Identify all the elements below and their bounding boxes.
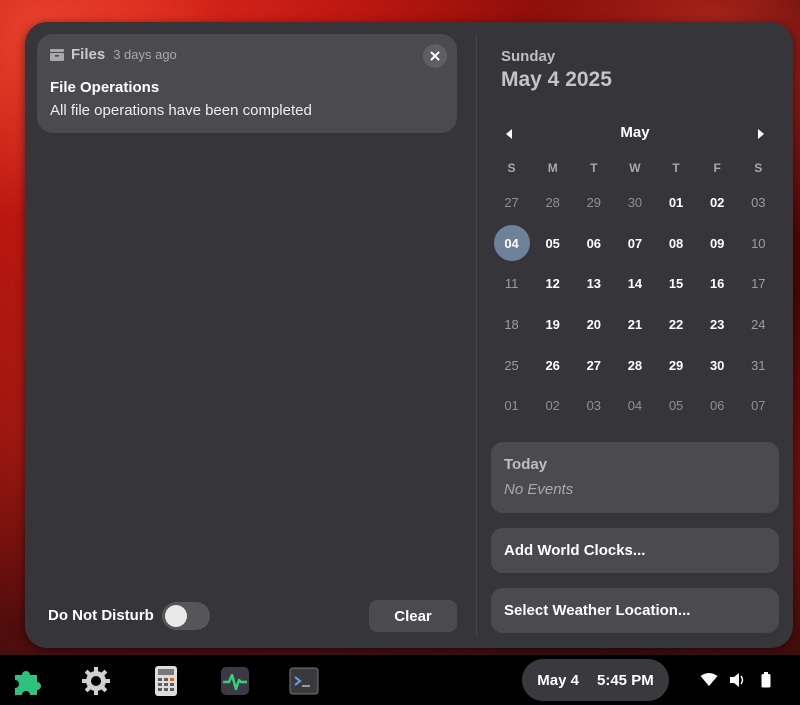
calendar-week: 04 05 06 07 08 09 10: [491, 223, 779, 264]
terminal-app[interactable]: [288, 665, 320, 697]
calendar-day[interactable]: 30: [697, 347, 738, 383]
select-weather-location-button[interactable]: Select Weather Location...: [491, 588, 779, 633]
weekday-header: S M T W T F S: [491, 154, 779, 182]
calendar-week: 27 28 29 30 01 02 03: [491, 182, 779, 223]
calendar-day[interactable]: 01: [491, 388, 532, 424]
calendar-day[interactable]: 12: [532, 266, 573, 302]
taskbar: May 4 5:45 PM: [0, 655, 800, 705]
weekday-label: T: [590, 161, 598, 175]
calendar-day[interactable]: 27: [491, 184, 532, 220]
calendar-week: 18 19 20 21 22 23 24: [491, 304, 779, 345]
calendar-week: 11 12 13 14 15 16 17: [491, 263, 779, 304]
events-body: No Events: [504, 481, 574, 498]
calendar-week: 01 02 03 04 05 06 07: [491, 385, 779, 426]
calendar-day[interactable]: 28: [614, 347, 655, 383]
extensions-app[interactable]: [11, 665, 43, 697]
calendar-grid: S M T W T F S 27 28 29 30 01 02 03 04 05…: [491, 154, 779, 426]
calendar-day[interactable]: 20: [573, 306, 614, 342]
calendar-day[interactable]: 08: [656, 225, 697, 261]
events-title: Today: [504, 456, 548, 473]
calculator-icon: [155, 666, 177, 696]
add-world-clocks-button[interactable]: Add World Clocks...: [491, 528, 779, 573]
calendar-day[interactable]: 16: [697, 266, 738, 302]
weekday-label: T: [672, 161, 680, 175]
clock-button[interactable]: May 4 5:45 PM: [522, 659, 669, 701]
system-monitor-app[interactable]: [219, 665, 251, 697]
system-monitor-icon: [221, 667, 249, 695]
calendar-day[interactable]: 18: [491, 306, 532, 342]
calendar-day-today[interactable]: 04: [491, 225, 532, 261]
calendar-day[interactable]: 25: [491, 347, 532, 383]
events-card[interactable]: Today No Events: [491, 442, 779, 513]
calendar-day[interactable]: 19: [532, 306, 573, 342]
calendar-day[interactable]: 06: [573, 225, 614, 261]
calendar-day[interactable]: 21: [614, 306, 655, 342]
calendar-day[interactable]: 03: [738, 184, 779, 220]
today-label: 04: [504, 235, 519, 251]
calendar-day[interactable]: 23: [697, 306, 738, 342]
calendar-day[interactable]: 04: [614, 388, 655, 424]
calendar-day[interactable]: 29: [573, 184, 614, 220]
calendar-navigation: May: [491, 122, 779, 144]
weekday-label: S: [507, 161, 516, 175]
volume-status[interactable]: [729, 671, 747, 689]
settings-icon: [82, 667, 110, 695]
calendar-day[interactable]: 29: [656, 347, 697, 383]
calendar-day[interactable]: 26: [532, 347, 573, 383]
calendar-day[interactable]: 05: [532, 225, 573, 261]
calendar-day[interactable]: 28: [532, 184, 573, 220]
calendar-day[interactable]: 02: [532, 388, 573, 424]
calendar-day[interactable]: 30: [614, 184, 655, 220]
extensions-icon: [15, 671, 41, 695]
calendar-day[interactable]: 07: [614, 225, 655, 261]
terminal-icon: [289, 667, 319, 695]
calendar-day[interactable]: 11: [491, 266, 532, 302]
settings-app[interactable]: [80, 665, 112, 697]
calendar-column: Sunday May 4 2025 May S M T W T F S 27 2…: [25, 22, 793, 648]
calendar-day[interactable]: 17: [738, 266, 779, 302]
calendar-week: 25 26 27 28 29 30 31: [491, 345, 779, 386]
calendar-day[interactable]: 14: [614, 266, 655, 302]
weekday-label: M: [547, 161, 558, 175]
battery-icon: [761, 672, 771, 688]
taskbar-date: May 4: [537, 671, 579, 689]
calendar-day[interactable]: 02: [697, 184, 738, 220]
calendar-day[interactable]: 22: [656, 306, 697, 342]
calculator-app[interactable]: [150, 665, 182, 697]
full-date[interactable]: May 4 2025: [501, 68, 612, 92]
day-name[interactable]: Sunday: [501, 48, 555, 65]
speaker-icon: [730, 673, 744, 687]
calendar-day[interactable]: 13: [573, 266, 614, 302]
taskbar-time: 5:45 PM: [597, 671, 654, 689]
calendar-day[interactable]: 27: [573, 347, 614, 383]
weekday-label: F: [713, 161, 721, 175]
battery-status[interactable]: [757, 671, 775, 689]
calendar-day[interactable]: 07: [738, 388, 779, 424]
network-status[interactable]: [700, 671, 718, 689]
chevron-right-icon: [758, 129, 764, 139]
next-month-button[interactable]: [751, 124, 771, 144]
calendar-day[interactable]: 09: [697, 225, 738, 261]
wifi-icon: [700, 673, 718, 686]
calendar-day[interactable]: 10: [738, 225, 779, 261]
weekday-label: W: [629, 161, 641, 175]
calendar-day[interactable]: 31: [738, 347, 779, 383]
calendar-day[interactable]: 01: [656, 184, 697, 220]
calendar-day[interactable]: 06: [697, 388, 738, 424]
weekday-label: S: [754, 161, 763, 175]
calendar-day[interactable]: 05: [656, 388, 697, 424]
calendar-day[interactable]: 24: [738, 306, 779, 342]
calendar-day[interactable]: 03: [573, 388, 614, 424]
calendar-day[interactable]: 15: [656, 266, 697, 302]
calendar-month: May: [620, 124, 650, 141]
